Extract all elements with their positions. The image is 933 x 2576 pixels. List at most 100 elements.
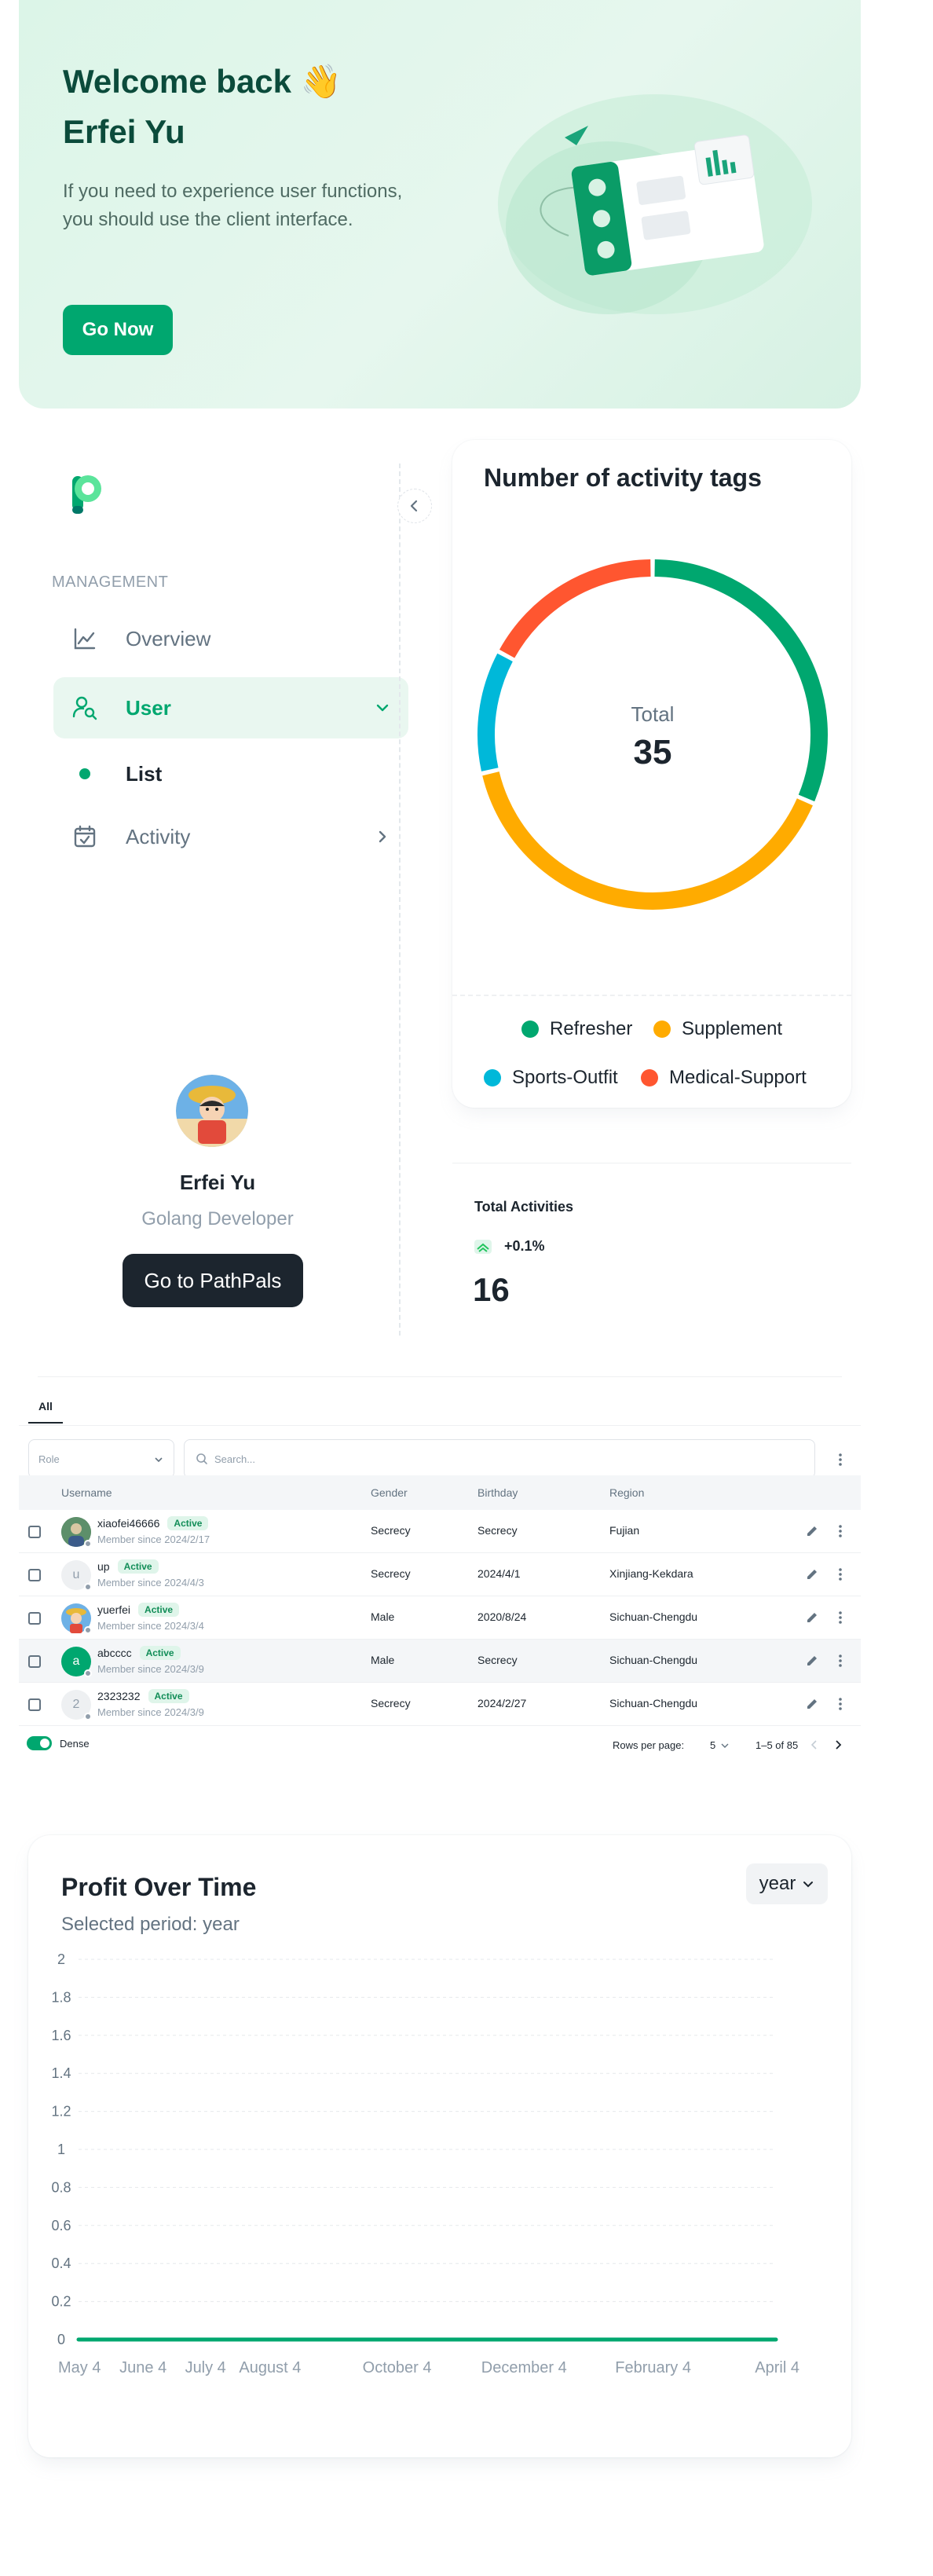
avatar: a: [61, 1647, 92, 1677]
collapse-sidebar-button[interactable]: [397, 489, 432, 523]
dense-label: Dense: [60, 1737, 90, 1750]
next-page-icon[interactable]: [832, 1739, 843, 1750]
logo-icon[interactable]: [69, 471, 105, 517]
cell-birthday: Secrecy: [477, 1654, 518, 1666]
cell-birthday: 2024/4/1: [477, 1567, 521, 1580]
member-since: Member since 2024/2/17: [97, 1534, 210, 1545]
dot-icon: [71, 760, 99, 788]
row-checkbox[interactable]: [28, 1655, 41, 1668]
change-value: +0.1%: [504, 1238, 545, 1254]
welcome-user-name: Erfei Yu: [63, 113, 185, 150]
sidebar-item-overview[interactable]: Overview: [53, 608, 408, 669]
role-placeholder: Role: [38, 1453, 60, 1465]
table-row[interactable]: yuerfei Active Member since 2024/3/4 Male…: [19, 1596, 861, 1640]
table-row[interactable]: xiaofei46666 Active Member since 2024/2/1…: [19, 1510, 861, 1553]
row-checkbox[interactable]: [28, 1698, 41, 1711]
edit-icon[interactable]: [804, 1696, 820, 1712]
rows-per-page-select[interactable]: 5: [710, 1739, 730, 1751]
profit-data-point[interactable]: [395, 2338, 399, 2341]
legend-item-supplement: Supplement: [653, 1018, 782, 1040]
donut-center-label: Total: [631, 702, 675, 726]
x-tick-label: October 4: [363, 2359, 432, 2376]
table-row[interactable]: u up Active Member since 2024/4/3 Secrecy…: [19, 1553, 861, 1596]
status-dot: [84, 1713, 92, 1720]
y-tick-label: 0.8: [51, 2179, 71, 2195]
sidebar-item-user[interactable]: User: [53, 677, 408, 738]
table-top-divider: [38, 1376, 842, 1377]
edit-icon[interactable]: [804, 1523, 820, 1539]
welcome-illustration: [498, 94, 812, 314]
status-dot: [84, 1583, 92, 1591]
more-icon[interactable]: [832, 1696, 848, 1712]
legend-dot: [484, 1069, 501, 1086]
sidebar-subitem-list[interactable]: List: [53, 743, 408, 804]
username: 2323232 Active: [97, 1689, 189, 1703]
more-icon[interactable]: [832, 1653, 848, 1669]
username-text: abcccc: [97, 1647, 132, 1659]
welcome-description: If you need to experience user functions…: [63, 181, 403, 230]
go-to-pathpals-button[interactable]: Go to PathPals: [123, 1254, 303, 1307]
legend-label: Supplement: [682, 1018, 783, 1039]
search-input[interactable]: Search...: [184, 1439, 815, 1479]
profit-data-point[interactable]: [77, 2338, 80, 2341]
dense-toggle[interactable]: Dense: [27, 1736, 90, 1750]
total-activities-value: 16: [473, 1271, 510, 1308]
header-gender[interactable]: Gender: [371, 1486, 408, 1499]
row-checkbox[interactable]: [28, 1569, 41, 1581]
edit-icon[interactable]: [804, 1653, 820, 1669]
header-username[interactable]: Username: [61, 1486, 112, 1499]
x-tick-label: December 4: [481, 2359, 567, 2376]
avatar: [61, 1517, 92, 1548]
profit-data-point[interactable]: [268, 2338, 272, 2341]
row-checkbox[interactable]: [28, 1612, 41, 1625]
legend-label: Medical-Support: [669, 1067, 807, 1088]
y-tick-label: 0: [57, 2332, 65, 2347]
tab-all[interactable]: All: [28, 1400, 63, 1424]
profit-data-point[interactable]: [141, 2338, 145, 2341]
avatar: 2: [61, 1690, 92, 1720]
status-dot: [84, 1540, 92, 1548]
donut-slice-supplement[interactable]: [482, 771, 813, 910]
user-table-card: All Role Search... Username Gender Birth…: [19, 1376, 861, 1785]
profit-data-point[interactable]: [522, 2338, 526, 2341]
edit-icon[interactable]: [804, 1566, 820, 1582]
sidebar-item-activity[interactable]: Activity: [53, 806, 408, 867]
y-tick-label: 1: [57, 2142, 65, 2157]
member-since: Member since 2024/3/4: [97, 1620, 204, 1632]
donut-slice-medical-support[interactable]: [499, 559, 651, 658]
legend-dot: [641, 1069, 658, 1086]
profit-subtitle: Selected period: year: [61, 1914, 240, 1935]
donut-slice-refresher[interactable]: [654, 559, 828, 802]
header-region[interactable]: Region: [609, 1486, 644, 1499]
prev-page-icon[interactable]: [809, 1739, 820, 1750]
y-tick-label: 1.4: [51, 2065, 71, 2081]
toggle-switch[interactable]: [27, 1736, 52, 1750]
more-options-icon[interactable]: [832, 1452, 848, 1468]
total-activities-change: +0.1%: [474, 1238, 545, 1255]
row-checkbox[interactable]: [28, 1526, 41, 1538]
legend-dot: [653, 1021, 671, 1038]
member-since: Member since 2024/3/9: [97, 1706, 204, 1718]
go-now-button[interactable]: Go Now: [63, 305, 173, 355]
cell-gender: Male: [371, 1610, 395, 1623]
avatar-letter: u: [72, 1568, 80, 1581]
status-badge: Active: [167, 1516, 209, 1530]
search-icon: [196, 1453, 207, 1464]
role-select[interactable]: Role: [28, 1439, 174, 1479]
more-icon[interactable]: [832, 1523, 848, 1539]
legend-label: Sports-Outfit: [512, 1067, 618, 1088]
table-row[interactable]: 2 2323232 Active Member since 2024/3/9 Se…: [19, 1683, 861, 1726]
profit-data-point[interactable]: [774, 2338, 778, 2341]
profit-data-point[interactable]: [651, 2338, 655, 2341]
more-icon[interactable]: [832, 1566, 848, 1582]
profit-data-point[interactable]: [203, 2338, 207, 2341]
period-select[interactable]: year: [746, 1863, 828, 1904]
donut-slice-sports-outfit[interactable]: [477, 653, 513, 771]
donut-divider: [452, 995, 851, 996]
profile-avatar-illustration: [176, 1075, 248, 1147]
header-birthday[interactable]: Birthday: [477, 1486, 518, 1499]
more-icon[interactable]: [832, 1610, 848, 1625]
edit-icon[interactable]: [804, 1610, 820, 1625]
table-row[interactable]: a abcccc Active Member since 2024/3/9 Mal…: [19, 1640, 861, 1683]
y-tick-label: 2: [57, 1953, 65, 1967]
